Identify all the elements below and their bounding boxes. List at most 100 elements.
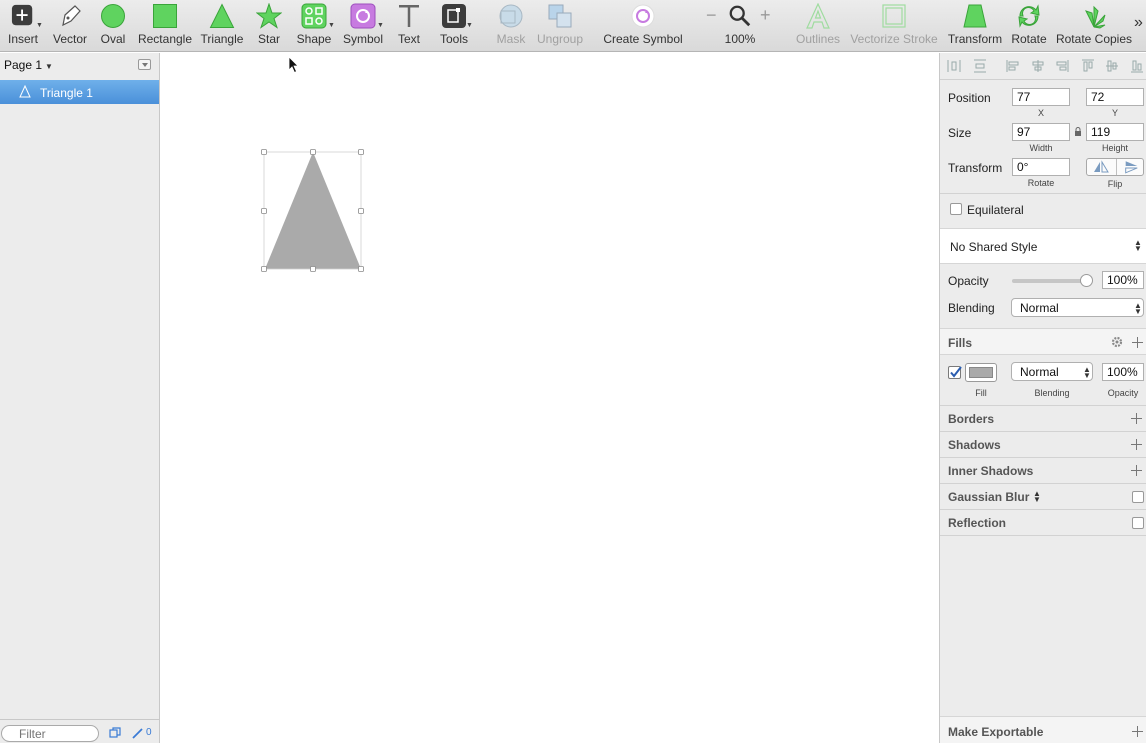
layers-footer: 0 (0, 719, 159, 743)
rotate-copies-button[interactable]: Rotate Copies (1054, 0, 1134, 52)
align-right-icon[interactable] (1055, 59, 1069, 73)
symbol-label: Symbol (342, 32, 383, 46)
shape-label: Shape (296, 32, 332, 46)
align-bottom-icon[interactable] (1130, 59, 1144, 73)
zoom-control[interactable]: − + 100% (702, 0, 778, 52)
chevron-down-icon: ▼ (36, 22, 43, 29)
opacity-input[interactable] (1102, 271, 1144, 289)
vectorize-stroke-button[interactable]: Vectorize Stroke (848, 0, 940, 52)
rotate-button[interactable]: Rotate (1008, 0, 1050, 52)
fill-enabled-checkbox[interactable] (948, 366, 962, 379)
triangle-shape[interactable] (260, 148, 368, 274)
add-shadow-icon[interactable] (1131, 439, 1142, 450)
text-icon (399, 5, 419, 27)
rotate-copies-icon (1085, 5, 1106, 29)
height-input[interactable] (1086, 123, 1144, 141)
inner-shadows-title: Inner Shadows (948, 464, 1034, 478)
ungroup-button[interactable]: Ungroup (534, 0, 586, 52)
magnifier-icon (729, 5, 751, 27)
gear-icon[interactable] (1111, 336, 1123, 348)
filter-input[interactable] (1, 725, 99, 742)
fill-color-swatch[interactable] (965, 363, 997, 382)
zoom-in-icon[interactable]: + (760, 5, 771, 26)
transform-button[interactable]: Transform (944, 0, 1006, 52)
align-center-icon[interactable] (1031, 59, 1045, 73)
shared-style-value: No Shared Style (950, 240, 1038, 254)
fill-label: Fill (975, 388, 987, 398)
vectorize-stroke-label: Vectorize Stroke (850, 32, 938, 46)
fill-opacity-input[interactable] (1102, 363, 1144, 381)
chevron-down-icon: ▼ (45, 62, 53, 71)
gaussian-blur-title[interactable]: Gaussian Blur (948, 490, 1029, 504)
flip-vertical-icon[interactable] (1116, 159, 1145, 175)
add-export-icon[interactable] (1132, 726, 1143, 737)
opacity-slider-knob[interactable] (1080, 274, 1093, 287)
rotate-label: Rotate (1011, 32, 1047, 46)
pen-icon (62, 5, 81, 27)
distribute-horizontal-icon[interactable] (947, 59, 961, 73)
oval-button[interactable]: Oval (94, 0, 132, 52)
updown-arrows-icon: ▲ ▼ (1134, 301, 1142, 316)
lock-icon[interactable] (1074, 127, 1082, 136)
triangle-icon (209, 3, 235, 28)
layer-item[interactable]: Triangle 1 (0, 80, 159, 104)
distribute-vertical-icon[interactable] (973, 59, 987, 73)
insert-button[interactable]: ▼ Insert (2, 0, 44, 52)
alignment-toolbar (940, 53, 1146, 80)
fills-header: Fills (940, 328, 1146, 355)
ungroup-icon (548, 4, 572, 28)
add-inner-shadow-icon[interactable] (1131, 465, 1142, 476)
page-selector[interactable]: Page 1 ▼ (4, 58, 53, 72)
x-input[interactable] (1012, 88, 1070, 106)
symbol-button[interactable]: ▼ Symbol (340, 0, 386, 52)
fill-blending-label: Blending (1034, 388, 1070, 398)
rotate-icon (1018, 4, 1040, 28)
align-left-icon[interactable] (1006, 59, 1020, 73)
rotate-input[interactable] (1012, 158, 1070, 176)
rectangle-icon (153, 4, 177, 28)
oval-label: Oval (100, 32, 126, 46)
align-middle-icon[interactable] (1105, 59, 1119, 73)
height-label: Height (1101, 143, 1128, 153)
copy-icon[interactable] (109, 727, 121, 739)
oval-icon (101, 4, 125, 28)
width-input[interactable] (1012, 123, 1070, 141)
vector-button[interactable]: Vector (48, 0, 92, 52)
outlines-button[interactable]: Outlines (794, 0, 842, 52)
align-top-icon[interactable] (1081, 59, 1095, 73)
zoom-out-icon[interactable]: − (706, 5, 717, 26)
create-symbol-button[interactable]: Create Symbol (600, 0, 686, 52)
add-border-icon[interactable] (1131, 413, 1142, 424)
shadows-title: Shadows (948, 438, 1001, 452)
canvas[interactable] (160, 53, 939, 743)
export-bar[interactable]: Make Exportable (940, 716, 1146, 743)
reflection-checkbox[interactable] (1132, 517, 1144, 529)
text-button[interactable]: Text (390, 0, 428, 52)
updown-arrows-icon[interactable]: ▲ ▼ (1033, 490, 1041, 504)
flip-control (1086, 158, 1144, 176)
rectangle-button[interactable]: Rectangle (136, 0, 194, 52)
fill-blending-select[interactable]: Normal ▲ ▼ (1011, 362, 1093, 381)
gaussian-blur-checkbox[interactable] (1132, 491, 1144, 503)
triangle-button[interactable]: Triangle (198, 0, 246, 52)
divider (940, 193, 1146, 194)
transform-label: Transform (948, 161, 1003, 175)
shared-style-select[interactable]: No Shared Style ▲ ▼ (940, 228, 1146, 264)
shape-button[interactable]: ▼ Shape (292, 0, 336, 52)
divider (940, 431, 1146, 432)
tools-button[interactable]: ▼ Tools (432, 0, 476, 52)
slice-icon[interactable] (132, 727, 144, 739)
equilateral-checkbox[interactable] (950, 203, 962, 215)
collapse-pages-button[interactable] (138, 59, 151, 70)
star-button[interactable]: Star (250, 0, 288, 52)
make-exportable-label: Make Exportable (948, 725, 1044, 739)
mask-button[interactable]: Mask (490, 0, 532, 52)
fill-blending-value: Normal (1020, 365, 1059, 379)
add-fill-icon[interactable] (1132, 337, 1143, 348)
flip-horizontal-icon[interactable] (1087, 159, 1116, 175)
y-input[interactable] (1086, 88, 1144, 106)
blending-select[interactable]: Normal ▲ ▼ (1011, 298, 1144, 317)
overflow-menu-button[interactable]: » (1134, 14, 1143, 32)
divider (940, 405, 1146, 406)
star-icon (256, 3, 282, 29)
